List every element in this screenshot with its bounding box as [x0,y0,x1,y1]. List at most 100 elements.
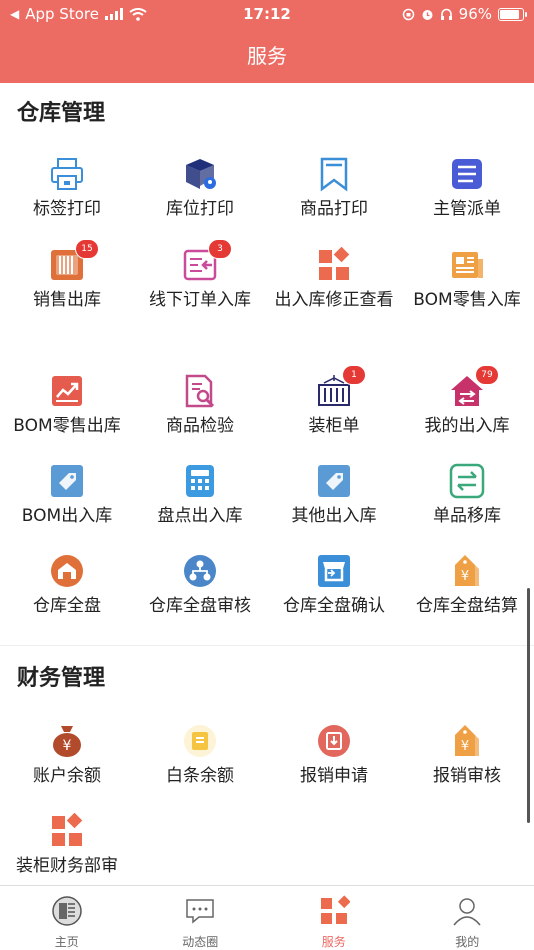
service-item-label: 我的出入库 [424,416,510,436]
newspaper-icon [449,247,485,283]
service-item-container[interactable]: 1 装柜单 [267,365,401,440]
chart-up-icon [49,373,85,409]
header-bar: ◀ App Store 17:12 96% 服务 [0,0,534,83]
service-item-tag[interactable]: BOM出入库 [0,463,134,530]
scrollbar[interactable] [527,588,530,823]
yen-tag-icon: ¥ [449,723,485,759]
services-content[interactable]: 仓库管理 标签打印 库位打印 商品打印 主管派单 15 销售出库 3 线下订单入库 出入库修正查… [0,83,534,885]
list-icon [449,156,485,192]
service-item-printer[interactable]: 标签打印 [0,156,134,223]
battery-icon [498,7,527,21]
container-icon: 1 [316,365,366,409]
service-item-yen-tag[interactable]: ¥ 仓库全盘结算 [400,553,534,620]
tab-label-moments: 动态圈 [182,935,219,949]
service-item-radiator[interactable]: 15 销售出库 [0,239,134,314]
service-item-label: 盘点出入库 [157,506,243,526]
service-item-location-box[interactable]: 库位打印 [133,156,267,223]
tab-moments[interactable]: 动态圈 [134,886,268,950]
warehouse-icon [49,553,85,589]
tab-mine[interactable]: 我的 [401,886,534,950]
service-item-swap[interactable]: 单品移库 [400,463,534,530]
service-item-store[interactable]: 仓库全盘确认 [267,553,401,620]
service-item-newspaper[interactable]: BOM零售入库 [400,247,534,314]
service-item-home-exchange[interactable]: 79 我的出入库 [400,365,534,440]
service-item-label: 账户余额 [33,766,101,786]
bookmark-icon [316,156,352,192]
service-item-chart-up[interactable]: BOM零售出库 [0,373,134,440]
status-bar: ◀ App Store 17:12 96% [0,0,534,28]
service-item-grid-diamond[interactable]: 装柜财务部审 [0,812,134,880]
tag-icon [49,463,85,499]
service-item-label: 报销审核 [433,766,501,786]
service-item-label: 报销申请 [300,766,368,786]
service-item-label: 白条余额 [166,766,234,786]
yen-tag-icon: ¥ [449,553,485,589]
hierarchy-icon [182,553,218,589]
tab-bar: 主页 动态圈 服务 我的 [0,885,534,950]
service-item-warehouse[interactable]: 仓库全盘 [0,553,134,620]
service-item-calculator[interactable]: 盘点出入库 [133,463,267,530]
headphones-icon [440,8,452,20]
service-item-doc-search[interactable]: 商品检验 [133,373,267,440]
section-title-finance: 财务管理 [17,666,106,691]
service-item-label: 单品移库 [433,506,501,526]
store-icon [316,553,352,589]
service-item-bookmark[interactable]: 商品打印 [267,156,401,223]
calculator-icon [182,463,218,499]
svg-text:¥: ¥ [63,738,72,754]
grid-diamond-icon [49,812,85,849]
service-item-label: 仓库全盘确认 [283,596,385,616]
order-in-icon: 3 [182,239,232,283]
service-item-label: 其他出入库 [291,506,377,526]
notification-badge: 3 [208,239,232,259]
voucher-icon [182,723,218,759]
money-bag-icon: ¥ [49,723,85,759]
tag-icon [316,463,352,499]
notification-badge: 15 [75,239,99,259]
home-exchange-icon: 79 [449,365,499,409]
service-item-money-bag[interactable]: ¥ 账户余额 [0,723,134,790]
doc-search-icon [182,373,218,409]
service-item-label: 仓库全盘审核 [149,596,251,616]
service-item-list[interactable]: 主管派单 [400,156,534,223]
service-item-label: BOM零售出库 [13,416,121,436]
service-item-label: 商品打印 [300,199,368,219]
tab-label-mine: 我的 [455,935,480,949]
chat-icon [186,899,214,924]
service-item-reimburse[interactable]: 报销申请 [267,723,401,790]
service-item-label: 库位打印 [166,199,234,219]
section-title-warehouse: 仓库管理 [17,101,106,126]
service-item-label: 仓库全盘 [33,596,101,616]
service-item-label: 标签打印 [33,199,101,219]
service-item-label: 装柜单 [308,416,360,436]
grid-diamond-icon [316,246,352,283]
swap-icon [449,463,485,499]
svg-text:¥: ¥ [461,739,469,754]
service-item-voucher[interactable]: 白条余额 [133,723,267,790]
service-item-tag[interactable]: 其他出入库 [267,463,401,530]
tab-label-home: 主页 [54,935,79,949]
service-grid-icon [320,895,351,924]
service-item-label: 主管派单 [433,199,501,219]
service-item-yen-tag[interactable]: ¥ 报销审核 [400,723,534,790]
service-item-label: 装柜财务部审 [16,856,118,876]
service-item-label: 销售出库 [33,290,101,310]
page-title: 服务 [247,44,287,68]
service-item-label: 商品检验 [166,416,234,436]
service-item-label: 线下订单入库 [149,290,251,310]
radiator-icon: 15 [49,239,99,283]
svg-text:¥: ¥ [461,569,469,584]
user-icon [453,898,481,926]
location-box-icon [182,156,218,192]
reimburse-icon [316,723,352,759]
service-item-label: BOM出入库 [21,506,113,526]
tab-label-service: 服务 [321,935,346,949]
service-item-label: 仓库全盘结算 [416,596,518,616]
alarm-icon [422,9,433,20]
service-item-order-in[interactable]: 3 线下订单入库 [133,239,267,314]
tab-service[interactable]: 服务 [267,886,401,950]
service-item-hierarchy[interactable]: 仓库全盘审核 [133,553,267,620]
tab-home[interactable]: 主页 [0,886,134,950]
home-tab-icon [52,896,82,926]
service-item-grid-diamond[interactable]: 出入库修正查看 [267,246,401,314]
